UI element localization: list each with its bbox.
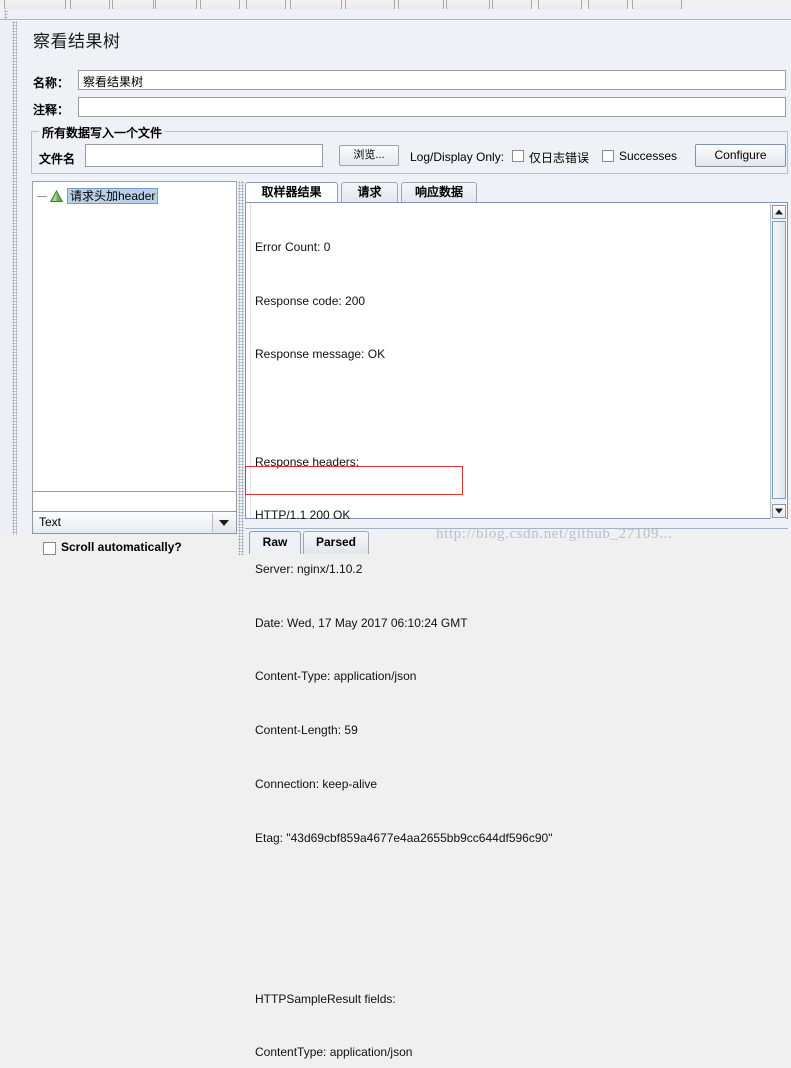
name-input-value: 察看结果树 bbox=[83, 75, 144, 89]
response-line: HTTPSampleResult fields: bbox=[255, 991, 396, 1006]
listener-panel: 察看结果树 名称： 察看结果树 注释： 所有数据写入一个文件 文件名 浏览...… bbox=[12, 20, 791, 1059]
chevron-down-icon[interactable] bbox=[212, 513, 235, 532]
response-line bbox=[255, 883, 745, 901]
split-pane-divider[interactable] bbox=[238, 181, 244, 555]
response-line: Response code: 200 bbox=[255, 293, 366, 308]
tree-expand-dash-icon bbox=[37, 195, 47, 197]
tree-node-row[interactable]: 请求头加header bbox=[37, 188, 159, 204]
tab-raw[interactable]: Raw bbox=[249, 531, 301, 554]
annotation-rectangle bbox=[245, 466, 463, 495]
response-text: Error Count: 0 Response code: 200 Respon… bbox=[255, 203, 745, 1068]
browse-button[interactable]: 浏览... bbox=[339, 145, 399, 166]
response-line: HTTP/1.1 200 OK bbox=[255, 508, 351, 523]
response-format-tabs: Raw Parsed bbox=[245, 531, 788, 555]
tab-parsed[interactable]: Parsed bbox=[303, 531, 369, 554]
renderer-select-value: Text bbox=[39, 515, 62, 529]
scrollbar-thumb[interactable] bbox=[772, 221, 786, 499]
successes-label: Successes bbox=[619, 149, 678, 163]
response-line: Response message: OK bbox=[255, 347, 386, 362]
search-input[interactable] bbox=[32, 491, 237, 513]
errors-only-label: 仅日志错误 bbox=[529, 151, 590, 165]
filename-label: 文件名 bbox=[39, 152, 76, 166]
response-line: Date: Wed, 17 May 2017 06:10:24 GMT bbox=[255, 615, 468, 630]
response-line: ContentType: application/json bbox=[255, 1045, 413, 1060]
response-scrollbar[interactable] bbox=[770, 204, 786, 519]
scroll-up-icon[interactable] bbox=[772, 205, 786, 219]
response-line bbox=[255, 400, 745, 418]
results-tree[interactable]: 请求头加header bbox=[32, 181, 237, 507]
configure-button[interactable]: Configure bbox=[695, 144, 786, 167]
renderer-select[interactable]: Text bbox=[32, 511, 237, 534]
tab-response-data[interactable]: 响应数据 bbox=[401, 182, 477, 202]
name-label: 名称： bbox=[33, 76, 70, 90]
write-to-file-group-title: 所有数据写入一个文件 bbox=[39, 124, 166, 141]
response-line: Content-Type: application/json bbox=[255, 669, 417, 684]
tab-request[interactable]: 请求 bbox=[341, 182, 398, 202]
errors-only-checkbox[interactable] bbox=[512, 150, 524, 162]
comment-input[interactable] bbox=[78, 97, 786, 117]
scroll-automatically-checkbox[interactable] bbox=[43, 542, 56, 555]
tree-node-label[interactable]: 请求头加header bbox=[67, 188, 159, 204]
scroll-automatically-label: Scroll automatically? bbox=[61, 540, 182, 554]
tab-sampler-result[interactable]: 取样器结果 bbox=[245, 182, 338, 202]
filename-input[interactable] bbox=[85, 144, 323, 167]
result-tabs: 取样器结果 请求 响应数据 bbox=[245, 182, 788, 202]
drag-grip-icon bbox=[4, 10, 8, 19]
scroll-down-icon[interactable] bbox=[772, 504, 786, 518]
panel-left-rail bbox=[12, 21, 17, 535]
response-line: Content-Length: 59 bbox=[255, 723, 358, 738]
response-line: Server: nginx/1.10.2 bbox=[255, 562, 363, 577]
name-input[interactable]: 察看结果树 bbox=[78, 70, 786, 90]
toolbar-secondary-strip bbox=[0, 9, 791, 20]
response-line: Etag: "43d69cbf859a4677e4aa2655bb9cc644d… bbox=[255, 830, 553, 845]
successes-checkbox[interactable] bbox=[602, 150, 614, 162]
response-line: Connection: keep-alive bbox=[255, 776, 378, 791]
green-triangle-icon bbox=[49, 189, 64, 203]
response-line bbox=[255, 937, 745, 955]
comment-label: 注释： bbox=[33, 103, 70, 117]
jmeter-view-results-tree-window: 察看结果树 名称： 察看结果树 注释： 所有数据写入一个文件 文件名 浏览...… bbox=[0, 0, 791, 1059]
response-line: Error Count: 0 bbox=[255, 239, 331, 254]
page-title: 察看结果树 bbox=[33, 32, 121, 51]
log-display-only-label: Log/Display Only: bbox=[410, 150, 505, 164]
